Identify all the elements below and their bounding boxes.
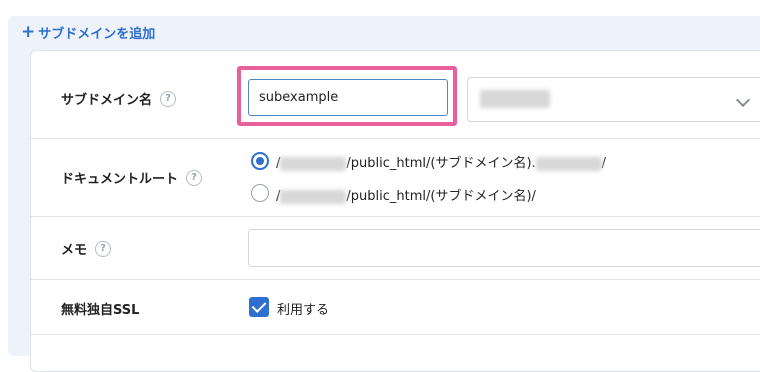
divider xyxy=(31,279,760,280)
memo-label-text: メモ xyxy=(61,243,88,258)
divider xyxy=(31,216,760,217)
redacted-user xyxy=(280,189,347,204)
docroot-option-1-suffix: / xyxy=(601,156,607,171)
memo-input[interactable] xyxy=(248,229,760,267)
document-root-label: ドキュメントルート ? xyxy=(61,168,203,187)
document-root-label-text: ドキュメントルート xyxy=(61,172,179,187)
divider xyxy=(31,138,760,139)
subdomain-name-label: サブドメイン名 ? xyxy=(61,89,177,108)
add-subdomain-link[interactable]: + サブドメインを追加 xyxy=(21,22,156,43)
plus-icon: + xyxy=(21,22,36,42)
docroot-option-1-path: /public_html/(サブドメイン名). xyxy=(346,156,536,171)
redacted-domain xyxy=(480,90,550,108)
divider xyxy=(31,334,760,335)
add-subdomain-label: サブドメインを追加 xyxy=(38,27,156,42)
free-ssl-checkbox[interactable] xyxy=(249,297,269,317)
redacted-domain xyxy=(535,156,602,171)
help-icon[interactable]: ? xyxy=(95,240,112,257)
free-ssl-label-text: 無料独自SSL xyxy=(61,303,140,318)
subdomain-name-label-text: サブドメイン名 xyxy=(61,93,153,108)
free-ssl-checkbox-label[interactable]: 利用する xyxy=(277,299,329,318)
docroot-option-2-label[interactable]: //public_html/(サブドメイン名)/ xyxy=(276,185,536,204)
domain-select[interactable] xyxy=(467,77,760,122)
help-icon[interactable]: ? xyxy=(160,90,177,107)
docroot-option-2-path: /public_html/(サブドメイン名)/ xyxy=(346,189,536,204)
subdomain-input[interactable] xyxy=(248,79,448,116)
memo-label: メモ ? xyxy=(61,239,112,258)
help-icon[interactable]: ? xyxy=(186,169,203,186)
docroot-radio-2[interactable] xyxy=(251,184,269,202)
free-ssl-label: 無料独自SSL xyxy=(61,299,139,318)
docroot-option-1-label[interactable]: //public_html/(サブドメイン名). / xyxy=(276,152,606,171)
docroot-radio-1[interactable] xyxy=(251,152,269,170)
redacted-user xyxy=(280,156,347,171)
